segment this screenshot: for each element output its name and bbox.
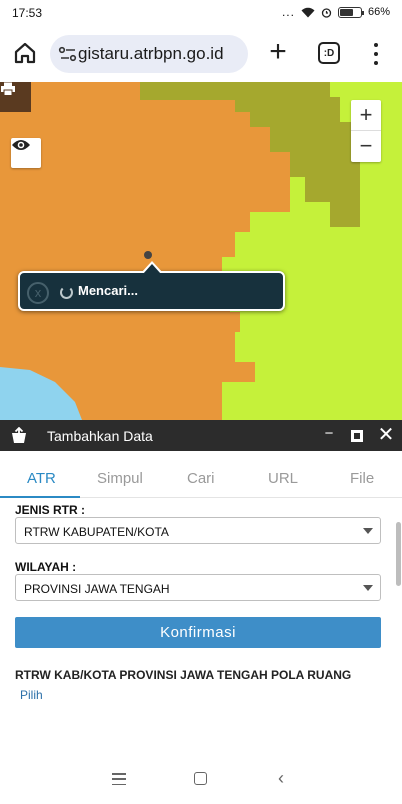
tab-simpul[interactable]: Simpul xyxy=(97,470,143,487)
panel-scrollbar[interactable] xyxy=(396,522,401,586)
map-canvas[interactable]: + − x Mencari... xyxy=(0,82,402,420)
system-back-button[interactable]: ‹ xyxy=(278,768,284,788)
map-location-marker xyxy=(144,251,152,259)
menu-line xyxy=(112,783,126,785)
panel-tabs: ATR Simpul Cari URL File xyxy=(0,451,402,498)
menu-line xyxy=(112,778,126,780)
chevron-down-icon xyxy=(363,585,373,591)
popup-close-button[interactable]: x xyxy=(27,282,49,304)
eye-icon xyxy=(12,140,30,150)
status-indicators: ... 66% xyxy=(282,5,390,19)
panel-title: Tambahkan Data xyxy=(47,428,153,444)
tab-url[interactable]: URL xyxy=(268,470,298,487)
jenis-rtr-value: RTRW KABUPATEN/KOTA xyxy=(24,525,169,539)
tab-cari[interactable]: Cari xyxy=(187,470,215,487)
add-data-form: JENIS RTR : RTRW KABUPATEN/KOTA WILAYAH … xyxy=(0,498,402,716)
address-bar[interactable]: gistaru.atrbpn.go.id xyxy=(50,35,248,73)
chevron-down-icon xyxy=(363,528,373,534)
print-button[interactable] xyxy=(0,82,31,112)
panel-minimize-button[interactable]: − xyxy=(322,425,336,445)
add-data-icon xyxy=(12,427,26,443)
zoom-control: + − xyxy=(351,100,381,162)
add-data-panel-header: Tambahkan Data − ✕ xyxy=(0,420,402,451)
pilih-link[interactable]: Pilih xyxy=(20,688,43,702)
tab-switcher-button[interactable]: :D xyxy=(318,42,340,64)
home-icon xyxy=(14,42,36,64)
battery-icon xyxy=(337,6,364,18)
menu-line xyxy=(112,773,126,775)
menu-dot xyxy=(374,52,378,56)
wifi-icon xyxy=(301,7,315,17)
map-land-use-layer xyxy=(0,82,402,420)
panel-maximize-button[interactable] xyxy=(351,430,363,442)
alarm-icon xyxy=(321,7,332,18)
konfirmasi-button[interactable]: Konfirmasi xyxy=(15,617,381,648)
zoom-out-button[interactable]: − xyxy=(351,131,381,162)
identify-popup: x Mencari... xyxy=(18,261,285,311)
notification-dots: ... xyxy=(281,5,295,19)
zoom-in-button[interactable]: + xyxy=(351,100,381,131)
browser-menu-button[interactable] xyxy=(366,40,386,68)
new-tab-button[interactable]: + xyxy=(263,36,293,70)
url-text[interactable]: gistaru.atrbpn.go.id xyxy=(78,44,224,64)
panel-close-button[interactable]: ✕ xyxy=(376,424,396,446)
wilayah-value: PROVINSI JAWA TENGAH xyxy=(24,582,170,596)
system-home-button[interactable] xyxy=(194,772,207,785)
battery-percent: 66% xyxy=(367,6,390,18)
status-bar: 17:53 ... 66% xyxy=(0,0,402,26)
loading-spinner-icon xyxy=(60,286,73,299)
tab-file[interactable]: File xyxy=(350,470,374,487)
tab-atr[interactable]: ATR xyxy=(27,470,56,487)
print-icon xyxy=(1,82,15,96)
layer-visibility-button[interactable] xyxy=(11,138,41,168)
system-nav-bar: ‹ xyxy=(0,756,402,804)
site-settings-icon[interactable] xyxy=(58,46,78,62)
browser-toolbar: gistaru.atrbpn.go.id + :D xyxy=(0,26,402,82)
menu-dot xyxy=(374,43,378,47)
wilayah-select[interactable]: PROVINSI JAWA TENGAH xyxy=(15,574,381,601)
result-layer-title: RTRW KAB/KOTA PROVINSI JAWA TENGAH POLA … xyxy=(15,668,352,682)
recent-apps-button[interactable] xyxy=(112,773,126,785)
menu-dot xyxy=(374,61,378,65)
jenis-rtr-label: JENIS RTR : xyxy=(15,503,86,517)
jenis-rtr-select[interactable]: RTRW KABUPATEN/KOTA xyxy=(15,517,381,544)
popup-status-text: Mencari... xyxy=(78,283,138,298)
home-button[interactable] xyxy=(10,38,40,68)
wilayah-label: WILAYAH : xyxy=(15,560,77,574)
status-time: 17:53 xyxy=(12,6,43,20)
